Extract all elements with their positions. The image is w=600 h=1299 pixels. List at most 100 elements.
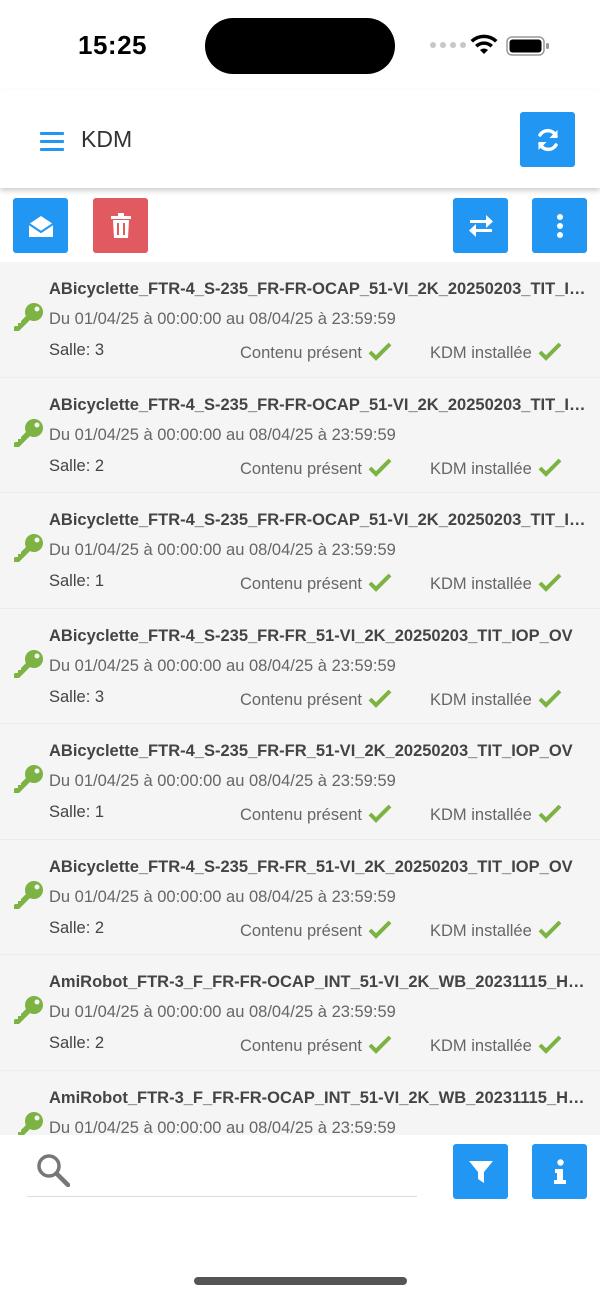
content-status: Contenu présent — [240, 1034, 392, 1056]
check-icon — [368, 1035, 392, 1054]
cellular-signal-icon — [430, 42, 466, 48]
content-status: Contenu présent — [240, 572, 392, 594]
content-status-label: Contenu présent — [240, 575, 363, 593]
kdm-validity: Du 01/04/25 à 00:00:00 au 08/04/25 à 23:… — [49, 541, 396, 559]
kdm-validity: Du 01/04/25 à 00:00:00 au 08/04/25 à 23:… — [49, 772, 396, 790]
key-icon — [14, 534, 43, 562]
key-icon — [14, 649, 43, 678]
content-status-label: Contenu présent — [240, 806, 363, 824]
list-item[interactable]: ABicyclette_FTR-4_S-235_FR-FR_51-VI_2K_2… — [0, 609, 600, 724]
sync-icon — [537, 128, 558, 151]
kdm-validity: Du 01/04/25 à 00:00:00 au 08/04/25 à 23:… — [49, 656, 396, 675]
kdm-room: Salle: 3 — [49, 687, 105, 706]
content-status-label: Contenu présent — [240, 1037, 363, 1055]
content-status-label: Contenu présent — [240, 921, 363, 940]
kdm-title: ABicyclette_FTR-4_S-235_FR-FR-OCAP_51-VI… — [49, 395, 589, 414]
kdm-validity: Du 01/04/25 à 00:00:00 au 08/04/25 à 23:… — [49, 1118, 396, 1136]
app-header: KDM — [0, 90, 600, 188]
content-status-label: Contenu présent — [240, 690, 363, 709]
check-icon — [368, 804, 392, 823]
list-item[interactable]: AmiRobot_FTR-3_F_FR-FR-OCAP_INT_51-VI_2K… — [0, 955, 600, 1071]
check-icon — [368, 689, 392, 708]
kdm-title: ABicyclette_FTR-4_S-235_FR-FR_51-VI_2K_2… — [49, 857, 573, 876]
kdm-status-label: KDM installée — [430, 575, 532, 593]
key-icon — [14, 418, 43, 447]
kdm-title: ABicyclette_FTR-4_S-235_FR-FR_51-VI_2K_2… — [49, 742, 573, 760]
list-item[interactable]: ABicyclette_FTR-4_S-235_FR-FR_51-VI_2K_2… — [0, 724, 600, 840]
content-status-label: Contenu présent — [240, 344, 363, 362]
trash-icon — [110, 212, 131, 238]
kdm-status: KDM installée — [430, 341, 562, 363]
filter-icon — [468, 1160, 493, 1183]
content-status: Contenu présent — [240, 803, 392, 825]
home-indicator[interactable] — [194, 1277, 407, 1285]
kdm-status-label: KDM installée — [430, 690, 532, 709]
refresh-button[interactable] — [520, 112, 575, 167]
kdm-status: KDM installée — [430, 919, 562, 941]
info-button[interactable] — [532, 1144, 587, 1199]
key-icon — [14, 1111, 43, 1135]
kdm-room: Salle: 1 — [49, 572, 105, 590]
kdm-title: ABicyclette_FTR-4_S-235_FR-FR-OCAP_51-VI… — [49, 511, 589, 529]
key-icon — [14, 880, 43, 909]
kdm-room: Salle: 3 — [49, 341, 105, 359]
kdm-status-label: KDM installée — [430, 1037, 532, 1055]
content-status: Contenu présent — [240, 688, 392, 710]
delete-button[interactable] — [93, 198, 148, 253]
page-title: KDM — [81, 126, 133, 152]
list-item[interactable]: ABicyclette_FTR-4_S-235_FR-FR-OCAP_51-VI… — [0, 262, 600, 378]
kdm-status: KDM installée — [430, 688, 562, 710]
kdm-title: AmiRobot_FTR-3_F_FR-FR-OCAP_INT_51-VI_2K… — [49, 973, 589, 991]
swap-button[interactable] — [453, 198, 508, 253]
hamburger-menu-icon[interactable] — [40, 132, 64, 152]
list-item[interactable]: ABicyclette_FTR-4_S-235_FR-FR-OCAP_51-VI… — [0, 378, 600, 493]
envelope-open-icon — [27, 215, 54, 237]
status-time: 15:25 — [78, 30, 147, 60]
info-icon — [553, 1158, 566, 1184]
key-icon — [14, 996, 43, 1024]
list-item[interactable]: ABicyclette_FTR-4_S-235_FR-FR_51-VI_2K_2… — [0, 840, 600, 955]
check-icon — [538, 689, 562, 708]
kdm-validity: Du 01/04/25 à 00:00:00 au 08/04/25 à 23:… — [49, 425, 396, 444]
check-icon — [368, 458, 392, 477]
mark-read-button[interactable] — [13, 198, 68, 253]
content-status: Contenu présent — [240, 457, 392, 479]
action-toolbar — [0, 188, 600, 262]
check-icon — [538, 342, 562, 361]
kdm-room: Salle: 2 — [49, 456, 105, 475]
check-icon — [368, 920, 392, 939]
key-icon — [14, 303, 43, 331]
exchange-icon — [468, 214, 493, 237]
kdm-title: AmiRobot_FTR-3_F_FR-FR-OCAP_INT_51-VI_2K… — [49, 1088, 589, 1107]
kdm-status: KDM installée — [430, 1034, 562, 1056]
search-icon — [37, 1154, 70, 1187]
kdm-title: ABicyclette_FTR-4_S-235_FR-FR_51-VI_2K_2… — [49, 626, 573, 645]
check-icon — [368, 573, 392, 592]
dynamic-island — [205, 18, 395, 74]
kdm-room: Salle: 2 — [49, 918, 105, 937]
search-input[interactable] — [27, 1145, 417, 1197]
content-status-label: Contenu présent — [240, 459, 363, 478]
kdm-status-label: KDM installée — [430, 344, 532, 362]
list-item[interactable]: AmiRobot_FTR-3_F_FR-FR-OCAP_INT_51-VI_2K… — [0, 1071, 600, 1136]
kdm-status: KDM installée — [430, 572, 562, 594]
check-icon — [538, 920, 562, 939]
kdm-status-label: KDM installée — [430, 806, 532, 824]
kdm-status: KDM installée — [430, 803, 562, 825]
content-status: Contenu présent — [240, 341, 392, 363]
check-icon — [538, 573, 562, 592]
status-bar: 15:25 — [0, 0, 600, 90]
battery-icon — [506, 36, 549, 56]
kdm-room: Salle: 2 — [49, 1034, 105, 1052]
more-button[interactable] — [532, 198, 587, 253]
filter-button[interactable] — [453, 1144, 508, 1199]
check-icon — [538, 458, 562, 477]
kdm-status-label: KDM installée — [430, 921, 532, 940]
kdm-status-label: KDM installée — [430, 459, 532, 478]
list-item[interactable]: ABicyclette_FTR-4_S-235_FR-FR-OCAP_51-VI… — [0, 493, 600, 609]
wifi-icon — [470, 34, 498, 54]
kdm-room: Salle: 1 — [49, 803, 105, 821]
key-icon — [14, 765, 43, 793]
check-icon — [538, 804, 562, 823]
bottom-bar — [0, 1135, 600, 1299]
